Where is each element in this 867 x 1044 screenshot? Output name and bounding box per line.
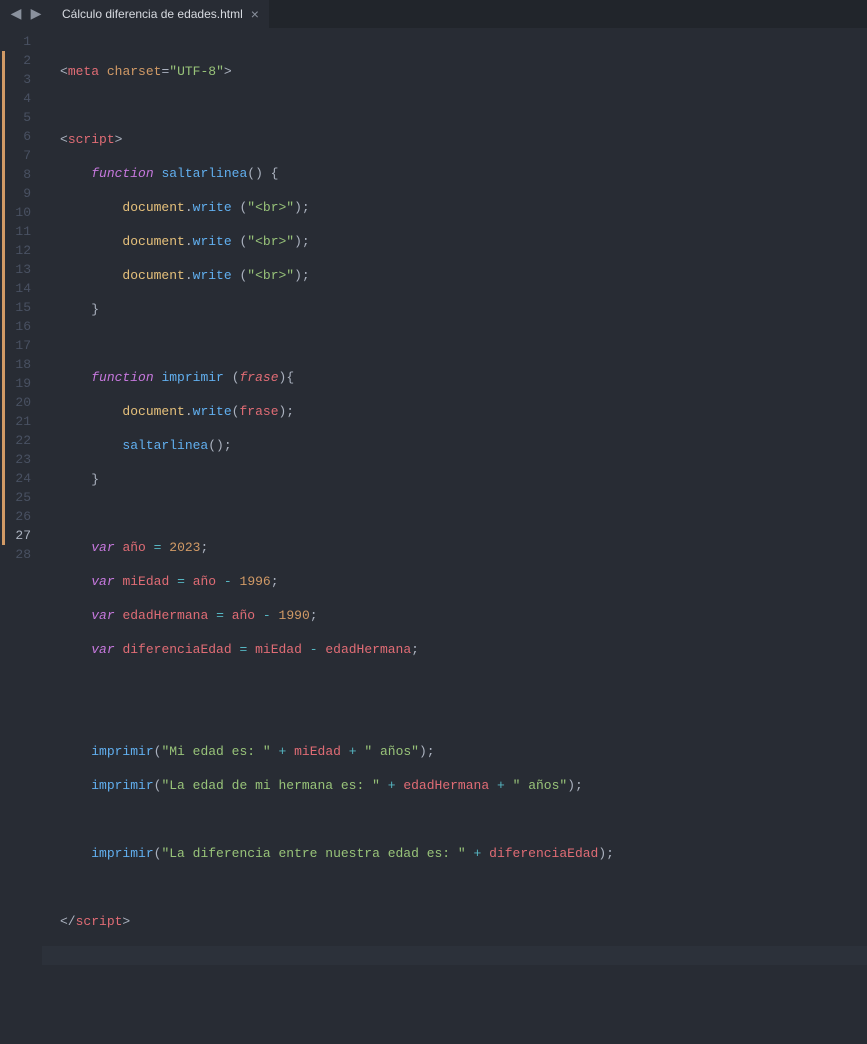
code-line: saltarlinea(); bbox=[60, 436, 867, 455]
nav-back-icon[interactable]: ◀ bbox=[8, 6, 24, 23]
code-line: imprimir("Mi edad es: " + miEdad + " año… bbox=[60, 742, 867, 761]
code-line: imprimir("La diferencia entre nuestra ed… bbox=[60, 844, 867, 863]
code-line: document.write(frase); bbox=[60, 402, 867, 421]
code-line: var edadHermana = año - 1990; bbox=[60, 606, 867, 625]
gutter-line-number: 20 bbox=[4, 393, 31, 412]
gutter-line-number: 22 bbox=[4, 431, 31, 450]
gutter-line-number: 10 bbox=[4, 203, 31, 222]
tab-label: Cálculo diferencia de edades.html bbox=[62, 7, 243, 21]
gutter-line-number: 18 bbox=[4, 355, 31, 374]
code-line bbox=[60, 810, 867, 829]
code-line bbox=[60, 674, 867, 693]
gutter-line-number: 2 bbox=[4, 51, 31, 70]
code-line-active bbox=[42, 946, 867, 965]
code-line: document.write ("<br>"); bbox=[60, 266, 867, 285]
gutter-line-number: 24 bbox=[4, 469, 31, 488]
gutter-line-number: 8 bbox=[4, 165, 31, 184]
gutter-line-number: 21 bbox=[4, 412, 31, 431]
code-line: var diferenciaEdad = miEdad - edadHerman… bbox=[60, 640, 867, 659]
code-line bbox=[60, 708, 867, 727]
code-line: </script> bbox=[60, 912, 867, 931]
gutter-line-number: 19 bbox=[4, 374, 31, 393]
tab-bar: ◀ ▶ Cálculo diferencia de edades.html × bbox=[0, 0, 867, 28]
code-line: } bbox=[60, 470, 867, 489]
gutter-line-number: 4 bbox=[4, 89, 31, 108]
gutter-line-number: 27 bbox=[4, 526, 31, 545]
gutter-line-number: 12 bbox=[4, 241, 31, 260]
nav-arrows: ◀ ▶ bbox=[0, 0, 52, 28]
code-line bbox=[60, 980, 867, 999]
editor: 1234567891011121314151617181920212223242… bbox=[0, 28, 867, 563]
code-line bbox=[60, 878, 867, 897]
code-line: imprimir("La edad de mi hermana es: " + … bbox=[60, 776, 867, 795]
gutter[interactable]: 1234567891011121314151617181920212223242… bbox=[0, 28, 42, 563]
nav-forward-icon[interactable]: ▶ bbox=[28, 6, 44, 23]
gutter-line-number: 11 bbox=[4, 222, 31, 241]
gutter-line-number: 14 bbox=[4, 279, 31, 298]
code-line: var miEdad = año - 1996; bbox=[60, 572, 867, 591]
close-icon[interactable]: × bbox=[251, 7, 259, 21]
code-line: } bbox=[60, 300, 867, 319]
gutter-line-number: 6 bbox=[4, 127, 31, 146]
gutter-line-number: 9 bbox=[4, 184, 31, 203]
code-line bbox=[60, 504, 867, 523]
gutter-line-number: 17 bbox=[4, 336, 31, 355]
gutter-line-number: 7 bbox=[4, 146, 31, 165]
gutter-line-number: 3 bbox=[4, 70, 31, 89]
gutter-line-number: 25 bbox=[4, 488, 31, 507]
code-line: var año = 2023; bbox=[60, 538, 867, 557]
code-line: <script> bbox=[60, 130, 867, 149]
code-line: function imprimir (frase){ bbox=[60, 368, 867, 387]
gutter-line-number: 28 bbox=[4, 545, 31, 564]
code-line: function saltarlinea() { bbox=[60, 164, 867, 183]
gutter-line-number: 1 bbox=[4, 32, 31, 51]
code-line bbox=[60, 96, 867, 115]
gutter-line-number: 16 bbox=[4, 317, 31, 336]
gutter-line-number: 15 bbox=[4, 298, 31, 317]
gutter-line-number: 23 bbox=[4, 450, 31, 469]
gutter-line-number: 26 bbox=[4, 507, 31, 526]
tab-active[interactable]: Cálculo diferencia de edades.html × bbox=[52, 0, 269, 28]
code-line bbox=[60, 334, 867, 353]
gutter-line-number: 5 bbox=[4, 108, 31, 127]
code-line: document.write ("<br>"); bbox=[60, 198, 867, 217]
code-line: document.write ("<br>"); bbox=[60, 232, 867, 251]
gutter-line-number: 13 bbox=[4, 260, 31, 279]
code-line: <meta charset="UTF-8"> bbox=[60, 62, 867, 81]
code-area[interactable]: <meta charset="UTF-8"> <script> function… bbox=[42, 28, 867, 563]
